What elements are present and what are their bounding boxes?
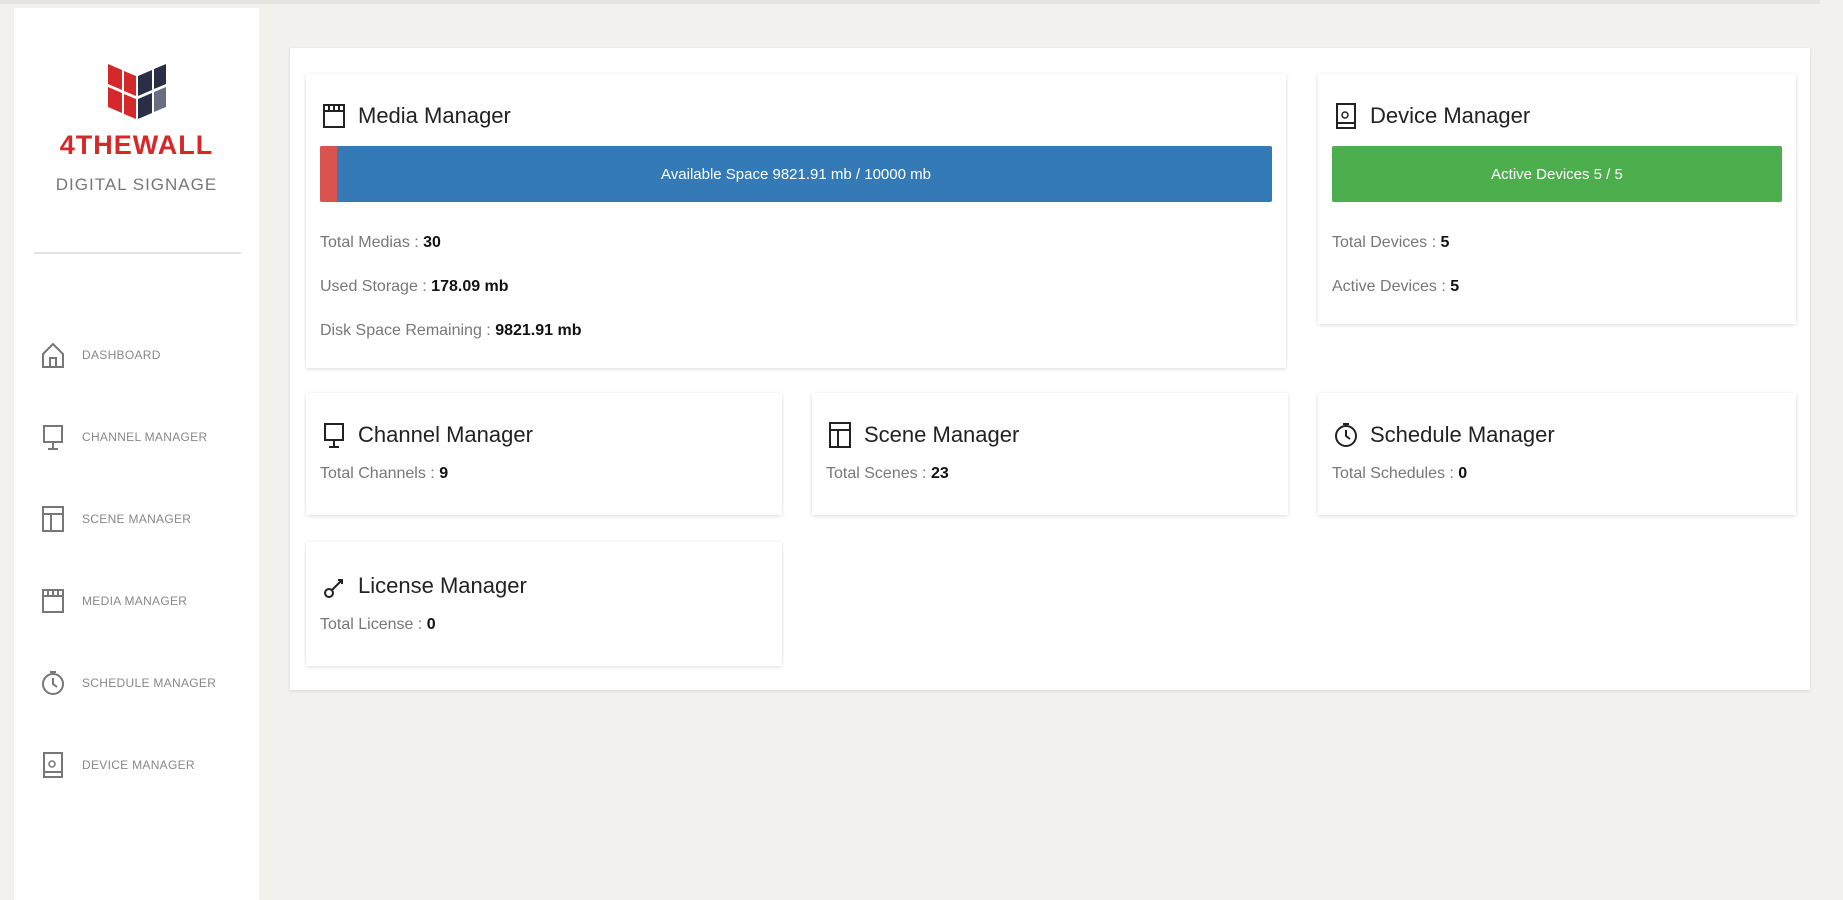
sidebar-item-dashboard[interactable]: DASHBOARD [14,314,259,396]
sidebar-item-media-manager[interactable]: MEDIA MANAGER [14,560,259,642]
sidebar-item-label: MEDIA MANAGER [82,594,188,608]
film-icon [38,584,68,618]
tablet-icon [38,748,68,782]
stat-value: 178.09 mb [431,278,509,295]
card-title: Media Manager [358,103,511,128]
used-storage-stat: Used Storage : 178.09 mb [320,278,1272,296]
monitor-icon [38,420,68,454]
layout-icon [826,419,854,451]
tablet-icon [1332,100,1360,132]
dashboard-panel: Media Manager Available Space 9821.91 mb… [290,48,1810,690]
home-icon [38,338,68,372]
stat-value: 23 [930,465,949,482]
stat-label: Total Devices : [1332,234,1441,251]
total-medias-stat: Total Medias : 30 [320,234,1272,252]
media-manager-card[interactable]: Media Manager Available Space 9821.91 mb… [306,74,1286,368]
total-scenes-stat: Total Scenes : 23 [826,465,1274,483]
device-manager-card[interactable]: Device Manager Active Devices 5 / 5 Tota… [1318,74,1796,324]
stat-value: 5 [1440,234,1450,251]
stat-value: 0 [426,616,436,633]
storage-progress-bar: Available Space 9821.91 mb / 10000 mb [320,146,1272,202]
card-header: Channel Manager [320,419,768,451]
stat-label: Total Scenes : [826,465,931,482]
devices-bar-text: Active Devices 5 / 5 [1491,165,1623,183]
card-header: Schedule Manager [1332,419,1782,451]
card-header: Media Manager [320,100,1272,132]
monitor-icon [320,419,348,451]
sidebar-divider [34,252,241,254]
stat-label: Active Devices : [1332,278,1451,295]
stat-label: Total Schedules : [1332,465,1459,482]
schedule-manager-card[interactable]: Schedule Manager Total Schedules : 0 [1318,393,1796,515]
sidebar-item-label: SCHEDULE MANAGER [82,676,217,690]
layout-icon [38,502,68,536]
sidebar-item-schedule-manager[interactable]: SCHEDULE MANAGER [14,642,259,724]
card-title: Schedule Manager [1370,422,1555,447]
total-schedules-stat: Total Schedules : 0 [1332,465,1782,483]
clock-icon [1332,419,1360,451]
sidebar-item-scene-manager[interactable]: SCENE MANAGER [14,478,259,560]
brand-subtitle: DIGITAL SIGNAGE [55,175,218,194]
stat-label: Total Medias : [320,234,424,251]
stat-label: Total License : [320,616,427,633]
stat-value: 9821.91 mb [495,322,582,339]
channel-manager-card[interactable]: Channel Manager Total Channels : 9 [306,393,782,515]
disk-remaining-stat: Disk Space Remaining : 9821.91 mb [320,322,1272,340]
top-border [0,0,1820,4]
card-header: Scene Manager [826,419,1274,451]
clock-icon [38,666,68,700]
stat-value: 5 [1450,278,1460,295]
sidebar-item-label: DEVICE MANAGER [82,758,195,772]
card-title: Scene Manager [864,422,1020,447]
stat-value: 0 [1458,465,1468,482]
total-devices-stat: Total Devices : 5 [1332,234,1782,252]
stat-value: 9 [439,465,449,482]
card-header: Device Manager [1332,100,1782,132]
sidebar-item-label: CHANNEL MANAGER [82,430,208,444]
license-manager-card[interactable]: License Manager Total License : 0 [306,542,782,666]
total-channels-stat: Total Channels : 9 [320,465,768,483]
scene-manager-card[interactable]: Scene Manager Total Scenes : 23 [812,393,1288,515]
sidebar-nav: DASHBOARD CHANNEL MANAGER SCENE MANAGER … [14,314,259,806]
used-storage-fill [320,146,337,202]
logo-cube-icon [107,64,166,119]
sidebar-item-label: SCENE MANAGER [82,512,192,526]
stat-label: Total Channels : [320,465,440,482]
sidebar: 4THEWALL DIGITAL SIGNAGE DASHBOARD CHANN… [14,8,259,900]
sidebar-item-channel-manager[interactable]: CHANNEL MANAGER [14,396,259,478]
storage-bar-text: Available Space 9821.91 mb / 10000 mb [661,165,931,183]
card-header: License Manager [320,570,768,602]
key-icon [320,570,348,602]
film-icon [320,100,348,132]
stat-label: Disk Space Remaining : [320,322,496,339]
brand-logo[interactable]: 4THEWALL DIGITAL SIGNAGE [14,60,259,195]
card-title: Device Manager [1370,103,1531,128]
active-devices-bar: Active Devices 5 / 5 [1332,146,1782,202]
sidebar-item-label: DASHBOARD [82,348,161,362]
sidebar-item-device-manager[interactable]: DEVICE MANAGER [14,724,259,806]
stat-value: 30 [423,234,441,251]
stat-label: Used Storage : [320,278,432,295]
total-license-stat: Total License : 0 [320,616,768,634]
card-title: License Manager [358,573,527,598]
brand-name: 4THEWALL [59,130,214,160]
active-devices-stat: Active Devices : 5 [1332,278,1782,296]
card-title: Channel Manager [358,422,533,447]
